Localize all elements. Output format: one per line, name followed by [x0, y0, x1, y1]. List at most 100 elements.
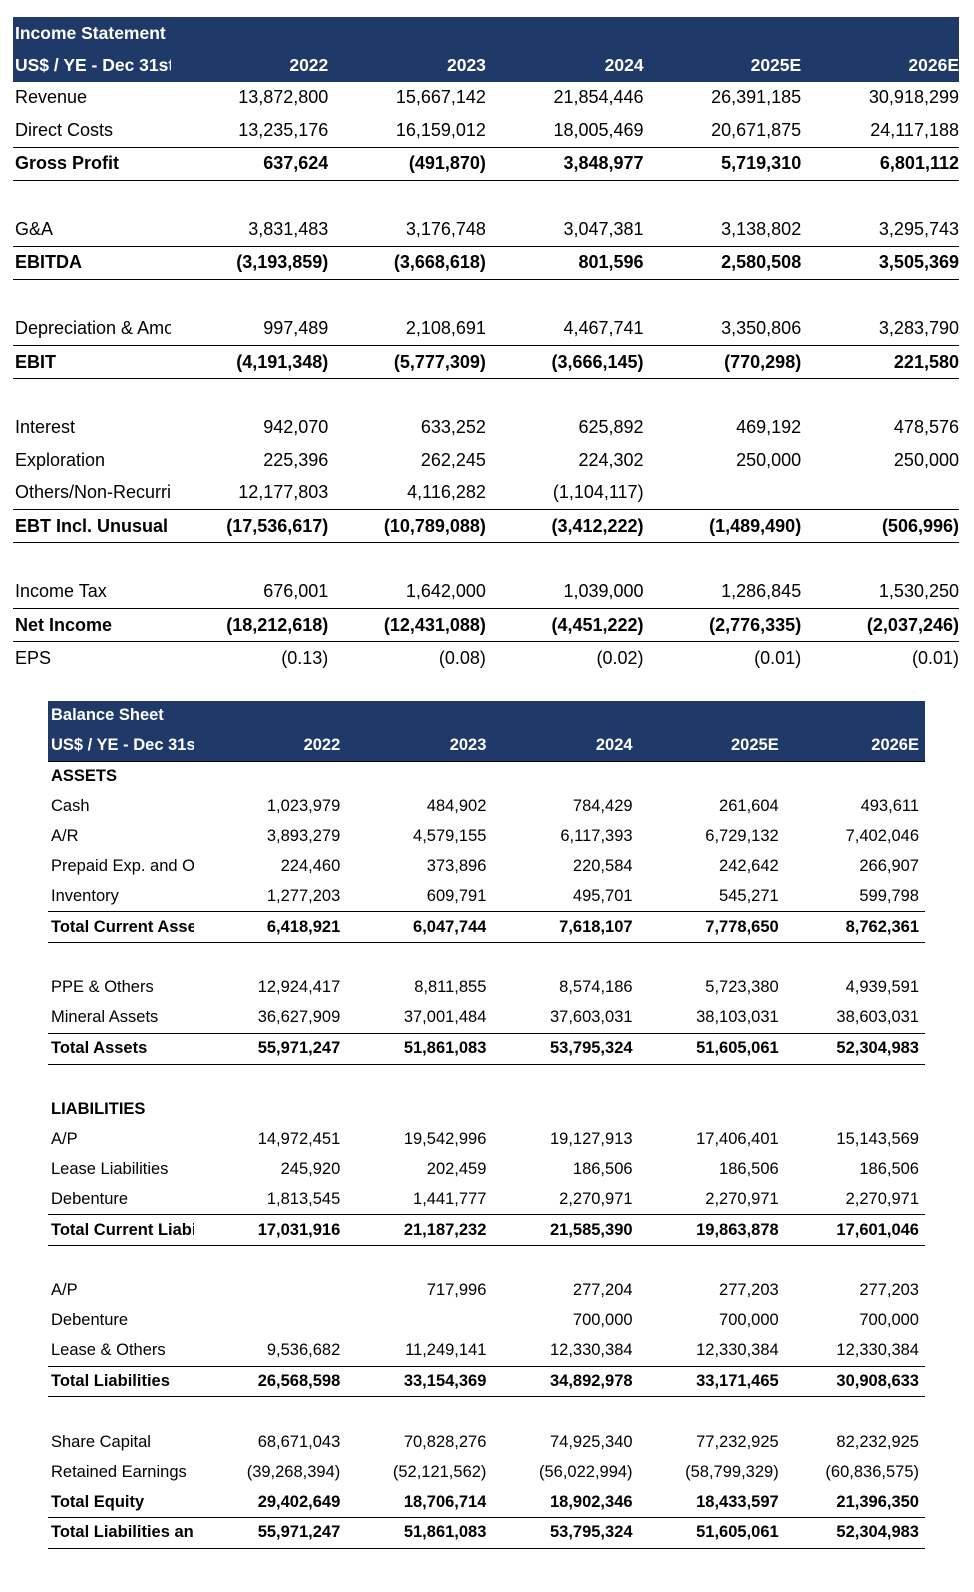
- row-value: 24,117,188: [870, 119, 959, 140]
- table-row: A/P 14,972,451 19,542,996 19,127,913 17,406,…: [48, 1124, 925, 1154]
- row-value: [486, 379, 644, 412]
- row-value: 74,925,340: [549, 1432, 633, 1451]
- row-value: 2,270,971: [559, 1189, 633, 1208]
- row-value: 242,642: [719, 856, 779, 875]
- row-value: 26,568,598: [194, 1365, 341, 1398]
- row-value: 1,813,545: [266, 1189, 341, 1208]
- row-value: 277,204: [572, 1281, 633, 1300]
- table-row: Mineral Assets 36,627,909 37,001,484 37,603…: [48, 1003, 925, 1033]
- row-value: 2,270,971: [705, 1189, 779, 1208]
- row-value: 17,406,401: [696, 1129, 779, 1148]
- row-value: [779, 1095, 925, 1125]
- row-label: Inventory: [51, 886, 119, 905]
- row-value: 20,671,875: [711, 119, 802, 140]
- row-value: 11,249,141: [405, 1341, 487, 1360]
- row-value: 625,892: [578, 417, 644, 438]
- row-value: 2,580,508: [643, 245, 802, 281]
- row-value: 19,127,913: [549, 1129, 633, 1148]
- row-value: (39,268,394): [246, 1462, 341, 1481]
- row-value: 245,920: [280, 1159, 341, 1178]
- row-label: Net Income: [13, 608, 171, 643]
- table-row: EBT Incl. Unusual Items(17,536,617)(10,7…: [13, 508, 959, 544]
- row-value: 53,795,324: [486, 1517, 633, 1549]
- row-value: 484,902: [426, 797, 487, 816]
- row-label: EBIT: [13, 344, 171, 380]
- row-value: [644, 543, 802, 576]
- row-value: 21,187,232: [340, 1214, 487, 1247]
- row-value: (3,193,859): [170, 245, 329, 281]
- row-value: (0.13): [281, 648, 329, 669]
- row-value: [194, 1397, 340, 1427]
- row-value: [486, 943, 632, 973]
- row-label: Cash: [51, 797, 90, 816]
- row-value: [194, 1095, 340, 1125]
- row-value: 4,939,591: [845, 978, 919, 997]
- row-value: 801,596: [485, 245, 644, 281]
- row-value: 9,536,682: [266, 1341, 341, 1360]
- row-value: 38,103,031: [696, 1008, 779, 1027]
- period-label: US$ / YE - Dec 31st: [48, 730, 195, 762]
- row-value: 15,667,142: [395, 87, 486, 108]
- row-value: 3,176,748: [405, 219, 486, 240]
- balance-sheet-header-row: US$ / YE - Dec 31st 2022 2023 2024 2025E…: [48, 730, 925, 762]
- row-label: Total Current Assets: [48, 911, 195, 944]
- row-label: [48, 1397, 194, 1427]
- row-value: 700,000: [572, 1311, 633, 1330]
- row-value: [633, 1246, 779, 1276]
- row-value: 1,039,000: [563, 581, 644, 602]
- row-value: (4,191,348): [170, 344, 329, 380]
- row-value: [801, 280, 959, 313]
- row-label: Retained Earnings: [51, 1462, 187, 1481]
- row-value: 266,907: [859, 856, 919, 875]
- table-row: EBIT (4,191,348) (5,777,309) (3,666,145) (77…: [13, 344, 959, 380]
- table-row: Lease & Others 9,536,682 11,249,141 12,330,…: [48, 1336, 925, 1366]
- row-label: Prepaid Exp. and Others: [51, 856, 195, 875]
- row-value: 82,232,925: [836, 1432, 919, 1451]
- row-value: (12,431,088): [328, 608, 486, 643]
- row-value: 599,798: [859, 886, 919, 905]
- row-label: [48, 943, 194, 973]
- row-value: 6,047,744: [340, 911, 487, 944]
- year-header: 2022: [194, 730, 341, 762]
- row-label: Direct Costs: [15, 119, 114, 140]
- row-value: 373,896: [426, 856, 487, 875]
- row-label: A/P: [51, 1129, 78, 1148]
- row-value: 717,996: [426, 1281, 487, 1300]
- row-value: 277,203: [859, 1281, 919, 1300]
- row-label: Lease & Others: [51, 1341, 166, 1360]
- row-value: 700,000: [859, 1311, 919, 1330]
- period-label: US$ / YE - Dec 31st: [13, 49, 171, 82]
- row-value: 3,350,806: [721, 318, 802, 339]
- row-value: 30,908,633: [778, 1365, 925, 1398]
- year-header: 2026E: [801, 49, 959, 82]
- row-value: 52,304,983: [778, 1517, 925, 1549]
- row-value: (770,298): [643, 344, 802, 380]
- row-label: A/R: [51, 827, 79, 845]
- row-value: (58,799,329): [685, 1462, 779, 1481]
- table-row: EBITDA (3,193,859) (3,668,618) 801,596 2,580…: [13, 245, 959, 281]
- spacer-row: [13, 379, 959, 412]
- row-value: 1,530,250: [878, 581, 959, 602]
- table-row: Net Income (18,212,618) (12,431,088) (4,451…: [13, 608, 959, 643]
- row-value: [340, 1064, 486, 1094]
- row-value: 8,574,186: [559, 978, 633, 997]
- row-label: EBITDA: [13, 245, 171, 281]
- row-value: [644, 180, 802, 213]
- row-value: 8,811,855: [414, 978, 487, 997]
- row-value: 493,611: [860, 797, 919, 816]
- row-value: 33,154,369: [340, 1365, 487, 1398]
- row-value: 186,506: [719, 1159, 779, 1178]
- spacer-row: [13, 280, 959, 313]
- income-statement-table: Income Statement US$ / YE - Dec 31st 202…: [13, 17, 959, 675]
- year-header: 2024: [485, 49, 644, 82]
- row-label: Revenue: [15, 87, 88, 108]
- row-value: [171, 543, 329, 576]
- row-value: [801, 476, 959, 509]
- row-value: (60,836,575): [825, 1462, 919, 1481]
- table-row: A/P 717,996 277,204 277,203 277,203: [48, 1276, 925, 1306]
- row-value: 12,177,803: [238, 482, 329, 503]
- row-value: 17,601,046: [778, 1214, 925, 1247]
- row-value: [194, 943, 340, 973]
- row-value: [486, 1246, 632, 1276]
- row-value: 1,286,845: [721, 581, 802, 602]
